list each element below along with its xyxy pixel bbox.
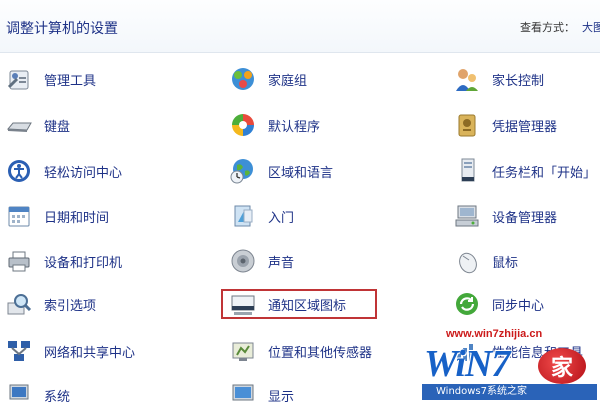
control-panel-header: 调整计算机的设置 查看方式： 大图 bbox=[0, 0, 600, 53]
item-sound[interactable]: 声音 bbox=[228, 244, 294, 278]
item-ease-of-access[interactable]: 轻松访问中心 bbox=[4, 154, 122, 188]
item-homegroup[interactable]: 家庭组 bbox=[228, 62, 307, 96]
item-label: 设备和打印机 bbox=[44, 255, 123, 271]
watermark-tag: Windows7系统之家 bbox=[422, 384, 597, 400]
item-admin-tools[interactable]: 管理工具 bbox=[4, 62, 96, 96]
display-icon bbox=[228, 380, 258, 410]
item-getting-started[interactable]: 入门 bbox=[228, 199, 294, 233]
item-notification-area[interactable]: 通知区域图标 bbox=[228, 287, 346, 321]
sync-center-icon bbox=[452, 289, 482, 319]
item-network-sharing[interactable]: 网络和共享中心 bbox=[4, 334, 135, 368]
indexing-options-icon bbox=[4, 289, 34, 319]
keyboard-icon bbox=[4, 110, 34, 140]
item-label: 区域和语言 bbox=[268, 165, 334, 181]
mouse-icon bbox=[452, 246, 482, 276]
item-keyboard[interactable]: 键盘 bbox=[4, 108, 70, 142]
device-manager-icon bbox=[452, 201, 482, 231]
item-label: 位置和其他传感器 bbox=[268, 345, 373, 361]
item-parental-controls[interactable]: 家长控制 bbox=[452, 62, 544, 96]
item-taskbar-start[interactable]: 任务栏和「开始」 bbox=[452, 154, 596, 188]
sound-icon bbox=[228, 246, 258, 276]
item-label: 网络和共享中心 bbox=[44, 345, 136, 361]
item-label: 日期和时间 bbox=[44, 210, 110, 226]
item-label: 性能信息和工具 bbox=[492, 345, 584, 361]
item-system[interactable]: 系统 bbox=[4, 378, 70, 412]
getting-started-icon bbox=[228, 201, 258, 231]
item-label: 声音 bbox=[268, 255, 295, 271]
item-label: 家庭组 bbox=[268, 73, 308, 89]
item-label: 通知区域图标 bbox=[268, 298, 347, 314]
network-sharing-icon bbox=[4, 336, 34, 366]
notification-area-icon bbox=[228, 289, 258, 319]
item-mouse[interactable]: 鼠标 bbox=[452, 244, 518, 278]
item-label: 系统 bbox=[44, 389, 71, 405]
location-sensors-icon bbox=[228, 336, 258, 366]
item-region-language[interactable]: 区域和语言 bbox=[228, 154, 333, 188]
item-label: 鼠标 bbox=[492, 255, 519, 271]
item-sync-center[interactable]: 同步中心 bbox=[452, 287, 544, 321]
item-location-sensors[interactable]: 位置和其他传感器 bbox=[228, 334, 372, 368]
item-label: 轻松访问中心 bbox=[44, 165, 123, 181]
region-language-icon bbox=[228, 156, 258, 186]
devices-printers-icon bbox=[4, 246, 34, 276]
item-label: 设备管理器 bbox=[492, 210, 558, 226]
view-by-dropdown[interactable]: 大图 bbox=[582, 19, 600, 35]
date-time-icon bbox=[4, 201, 34, 231]
parental-controls-icon bbox=[452, 64, 482, 94]
item-performance[interactable]: 性能信息和工具 bbox=[452, 334, 583, 368]
taskbar-start-icon bbox=[452, 156, 482, 186]
default-programs-icon bbox=[228, 110, 258, 140]
item-devices-printers[interactable]: 设备和打印机 bbox=[4, 244, 122, 278]
item-label: 键盘 bbox=[44, 119, 71, 135]
credential-manager-icon bbox=[452, 110, 482, 140]
item-credential-manager[interactable]: 凭据管理器 bbox=[452, 108, 557, 142]
view-by-label: 查看方式： bbox=[520, 21, 575, 34]
homegroup-icon bbox=[228, 64, 258, 94]
admin-tools-icon bbox=[4, 64, 34, 94]
item-label: 管理工具 bbox=[44, 73, 97, 89]
item-indexing-options[interactable]: 索引选项 bbox=[4, 287, 96, 321]
performance-icon bbox=[452, 336, 482, 366]
page-title: 调整计算机的设置 bbox=[6, 21, 118, 37]
item-label: 显示 bbox=[268, 389, 295, 405]
item-display[interactable]: 显示 bbox=[228, 378, 294, 412]
item-device-manager[interactable]: 设备管理器 bbox=[452, 199, 557, 233]
item-label: 默认程序 bbox=[268, 119, 321, 135]
item-label: 家长控制 bbox=[492, 73, 545, 89]
item-label: 索引选项 bbox=[44, 298, 97, 314]
item-label: 凭据管理器 bbox=[492, 119, 558, 135]
item-label: 同步中心 bbox=[492, 298, 545, 314]
item-date-time[interactable]: 日期和时间 bbox=[4, 199, 109, 233]
item-label: 入门 bbox=[268, 210, 295, 226]
ease-of-access-icon bbox=[4, 156, 34, 186]
item-default-programs[interactable]: 默认程序 bbox=[228, 108, 320, 142]
system-icon bbox=[4, 380, 34, 410]
item-label: 任务栏和「开始」 bbox=[492, 165, 597, 181]
